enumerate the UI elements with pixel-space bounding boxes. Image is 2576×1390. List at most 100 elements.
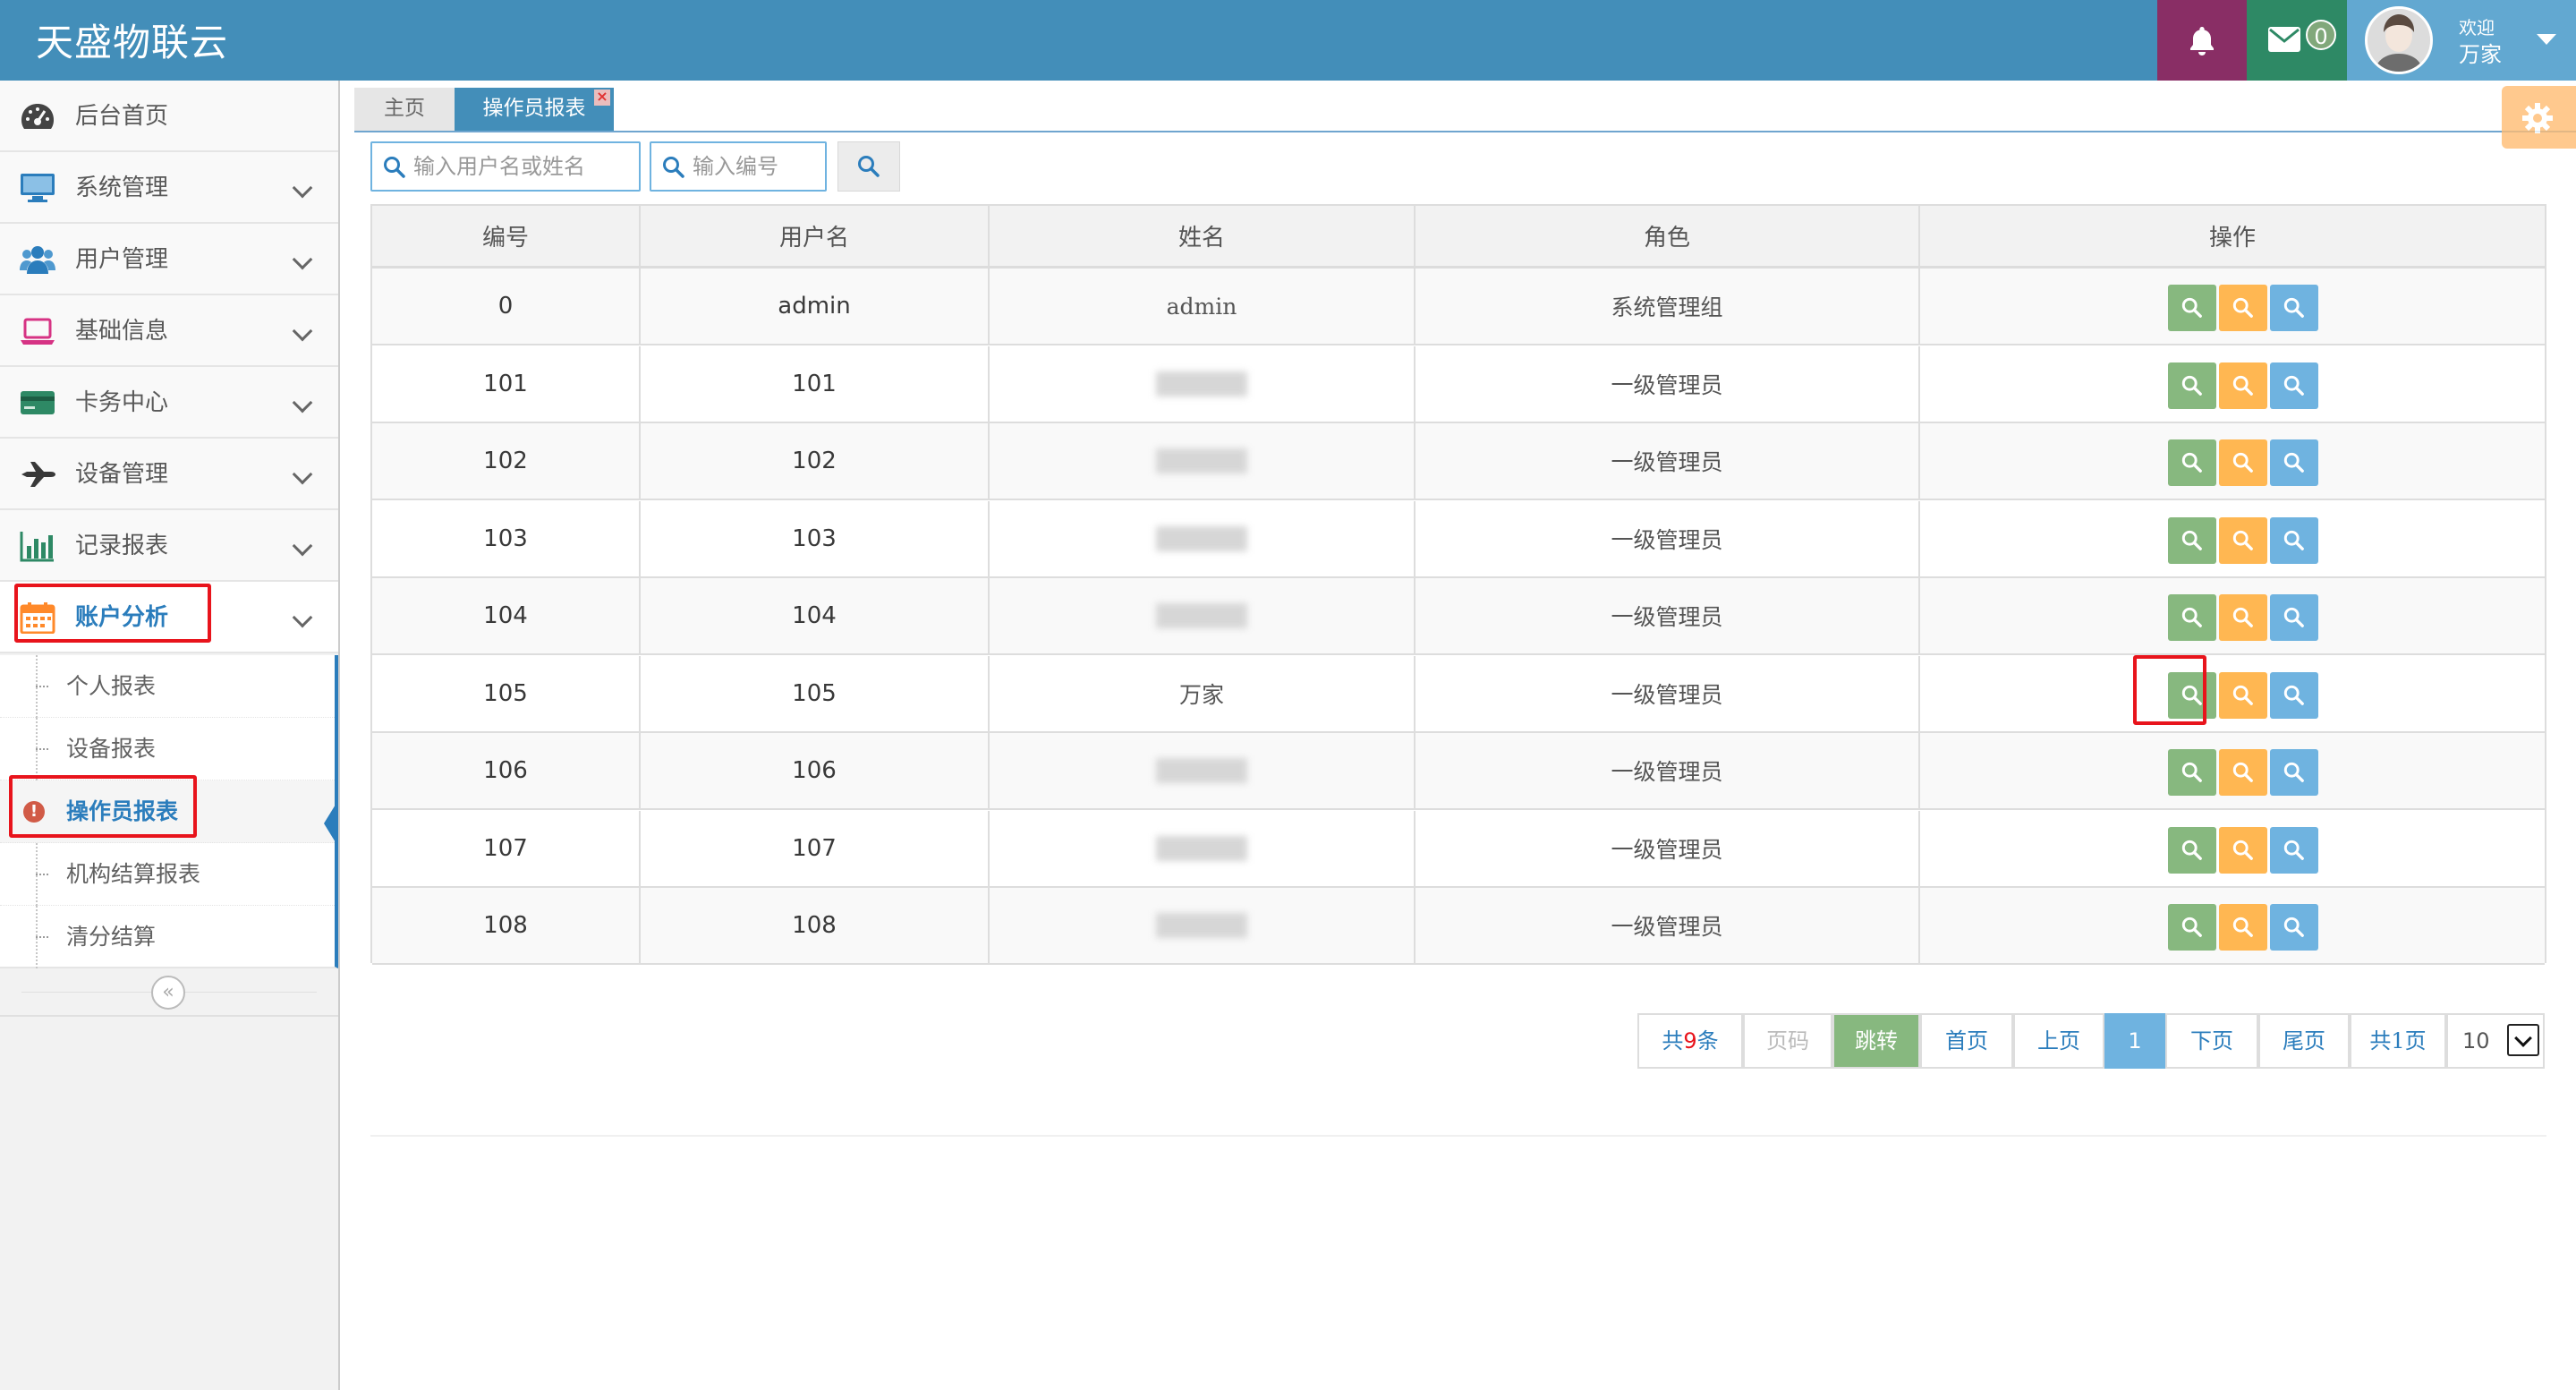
view-button-green[interactable] [2168, 749, 2216, 796]
search-user-field[interactable] [370, 141, 641, 192]
next-page-button[interactable]: 下页 [2165, 1013, 2258, 1069]
double-chevron-left-icon[interactable]: « [151, 976, 185, 1010]
view-button-blue[interactable] [2270, 749, 2318, 796]
view-button-orange[interactable] [2219, 285, 2267, 331]
cell-username: 106 [641, 733, 990, 808]
submenu-item-clearing-settlement[interactable]: 清分结算 [0, 906, 335, 968]
search-icon [2181, 607, 2202, 627]
table-row: 0 admin admin 系统管理组 [372, 269, 2545, 345]
page-size-select[interactable]: 10 [2446, 1013, 2545, 1069]
view-button-blue[interactable] [2270, 594, 2318, 641]
cell-username-text: 102 [792, 448, 837, 474]
column-header-name[interactable]: 姓名 [990, 206, 1416, 266]
submenu-item-personal-report[interactable]: 个人报表 [0, 655, 335, 718]
view-button-orange[interactable] [2219, 904, 2267, 951]
cell-name [990, 888, 1416, 963]
current-page[interactable]: 1 [2104, 1013, 2165, 1069]
view-button-blue[interactable] [2270, 671, 2318, 719]
submenu-item-label: 设备报表 [66, 736, 157, 762]
cell-name [990, 733, 1416, 808]
tab-home[interactable]: 主页 [354, 88, 455, 131]
page-number-input[interactable]: 页码 [1743, 1013, 1832, 1069]
table-row: 105 105 万家 一级管理员 [372, 655, 2545, 733]
search-icon [2232, 452, 2253, 473]
cell-username: admin [641, 269, 990, 344]
view-button-orange[interactable] [2219, 439, 2267, 486]
view-button-orange[interactable] [2219, 826, 2267, 874]
sidebar-item-label: 设备管理 [75, 461, 169, 488]
sidebar-item-dashboard[interactable]: 后台首页 [0, 81, 338, 152]
search-user-input[interactable] [413, 150, 637, 183]
search-icon [858, 156, 880, 177]
search-icon [2232, 917, 2253, 937]
pagination-total: 共9条 [1637, 1013, 1743, 1069]
dashboard-icon [21, 104, 54, 129]
submenu-item-device-report[interactable]: 设备报表 [0, 718, 335, 780]
sidebar-item-card-center[interactable]: 卡务中心 [0, 367, 338, 439]
submenu-item-label: 机构结算报表 [66, 861, 201, 887]
cell-id-text: 107 [483, 834, 528, 862]
cell-username-text: 106 [792, 757, 837, 784]
chevron-down-icon[interactable] [2507, 1024, 2539, 1056]
jump-button[interactable]: 跳转 [1832, 1013, 1920, 1069]
cell-id: 103 [372, 500, 641, 576]
cell-username-text: 103 [792, 524, 837, 552]
view-button-green[interactable] [2168, 594, 2216, 641]
view-button-blue[interactable] [2270, 439, 2318, 486]
column-header-id[interactable]: 编号 [372, 206, 641, 266]
view-button-green[interactable] [2168, 904, 2216, 951]
search-icon [2283, 297, 2304, 318]
notifications-button[interactable] [2157, 0, 2247, 81]
cell-role: 一级管理员 [1416, 345, 1920, 422]
view-button-green[interactable] [2168, 826, 2216, 874]
search-button[interactable] [837, 141, 900, 192]
view-button-blue[interactable] [2270, 904, 2318, 951]
close-icon[interactable]: × [594, 90, 610, 106]
submenu-item-org-settlement-report[interactable]: 机构结算报表 [0, 843, 335, 906]
messages-button[interactable]: 0 [2247, 0, 2347, 81]
user-menu-button[interactable]: 欢迎 万家 [2347, 0, 2576, 81]
search-id-field[interactable] [650, 141, 827, 192]
view-button-orange[interactable] [2219, 516, 2267, 564]
total-prefix: 共 [1662, 1028, 1684, 1053]
view-button-blue[interactable] [2270, 826, 2318, 874]
column-header-role[interactable]: 角色 [1416, 206, 1920, 266]
tab-bar: 主页 操作员报表 × [354, 84, 2576, 132]
search-icon [384, 157, 405, 178]
settings-button[interactable] [2502, 86, 2576, 149]
view-button-green[interactable] [2168, 362, 2216, 409]
view-button-orange[interactable] [2219, 362, 2267, 409]
prev-page-button[interactable]: 上页 [2013, 1013, 2104, 1069]
view-button-blue[interactable] [2270, 285, 2318, 331]
view-button-orange[interactable] [2219, 749, 2267, 796]
view-button-orange[interactable] [2219, 594, 2267, 641]
view-button-green[interactable] [2168, 285, 2216, 331]
brand-title[interactable]: 天盛物联云 [36, 13, 228, 67]
view-button-green[interactable] [2168, 439, 2216, 486]
cell-role-text: 一级管理员 [1611, 449, 1723, 475]
avatar [2365, 6, 2433, 74]
column-header-username[interactable]: 用户名 [641, 206, 990, 266]
sidebar-item-devices[interactable]: 设备管理 [0, 439, 338, 510]
desktop-icon [21, 174, 55, 202]
sidebar-item-label: 系统管理 [75, 175, 169, 201]
bell-icon [2190, 27, 2214, 55]
welcome-text: 欢迎 [2459, 17, 2495, 38]
cell-username-text: admin [778, 293, 851, 320]
first-page-button[interactable]: 首页 [1920, 1013, 2013, 1069]
sidebar-item-records[interactable]: 记录报表 [0, 510, 338, 582]
tab-operator-report[interactable]: 操作员报表 [455, 88, 614, 131]
total-count: 9 [1683, 1028, 1697, 1053]
cell-username: 104 [641, 578, 990, 653]
view-button-blue[interactable] [2270, 516, 2318, 564]
search-icon [2181, 297, 2202, 318]
view-button-orange[interactable] [2219, 671, 2267, 719]
sidebar-item-users[interactable]: 用户管理 [0, 224, 338, 295]
view-button-green[interactable] [2168, 516, 2216, 564]
sidebar-item-basic-info[interactable]: 基础信息 [0, 295, 338, 367]
sidebar-item-system[interactable]: 系统管理 [0, 152, 338, 224]
search-id-input[interactable] [693, 150, 822, 183]
view-button-blue[interactable] [2270, 362, 2318, 409]
gear-icon [2522, 103, 2553, 133]
last-page-button[interactable]: 尾页 [2258, 1013, 2350, 1069]
